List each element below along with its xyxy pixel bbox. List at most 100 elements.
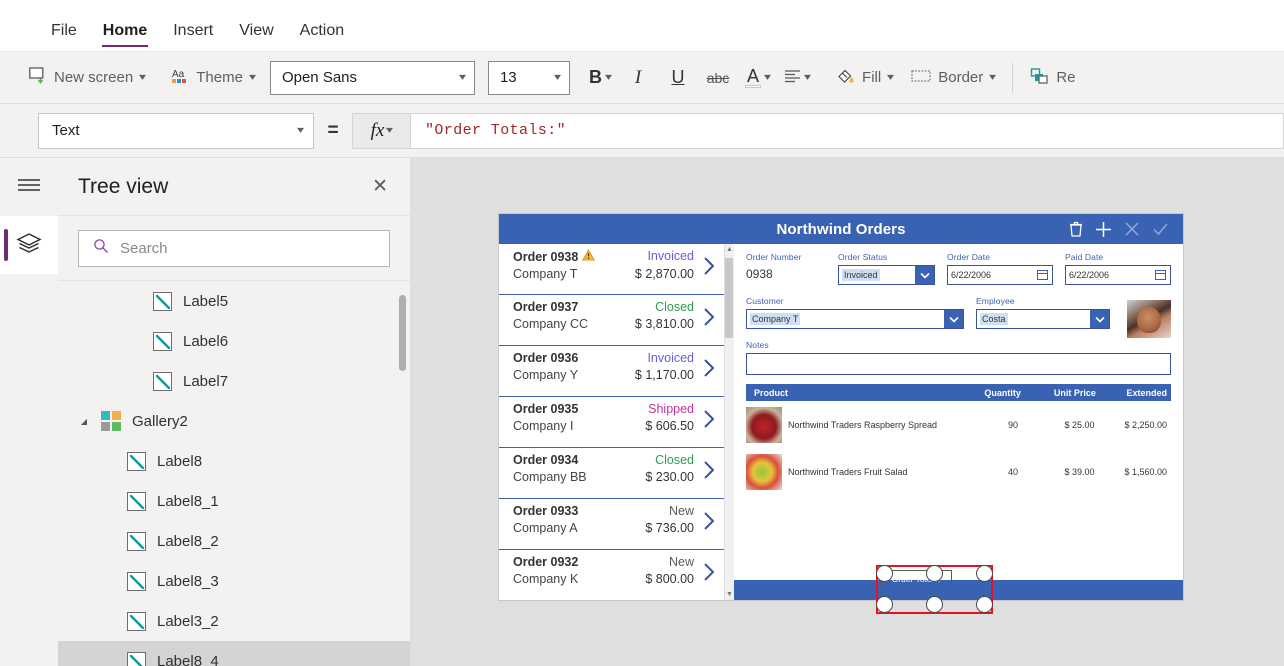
text-align-button[interactable]: ▾ (777, 61, 817, 95)
expand-triangle-icon[interactable]: ◢ (78, 417, 90, 426)
tree-scrollbar-thumb[interactable] (399, 295, 406, 371)
resize-handle-top-right[interactable] (976, 565, 993, 582)
gallery-row[interactable]: Order 0935 Shipped Company I $ 606.50 (499, 397, 724, 448)
app-canvas[interactable]: Northwind Orders Order 0938 Invoiced Com… (411, 158, 1284, 666)
confirm-icon[interactable] (1152, 221, 1169, 237)
resize-handle-top-left[interactable] (876, 565, 893, 582)
gallery-row[interactable]: Order 0936 Invoiced Company Y $ 1,170.00 (499, 346, 724, 397)
tree-item-label6[interactable]: Label6 (58, 321, 410, 361)
app-header: Northwind Orders (499, 214, 1183, 244)
property-select[interactable]: Text ▾ (38, 112, 314, 149)
order-id: Order 0938 (513, 249, 596, 264)
chevron-right-icon[interactable] (703, 307, 715, 327)
company-name: Company CC (513, 317, 589, 331)
tree-item-label8_4[interactable]: Label8_4 (58, 641, 410, 666)
customer-dropdown[interactable]: Company T (746, 309, 964, 329)
orders-gallery[interactable]: Order 0938 Invoiced Company T $ 2,870.00 Ord… (499, 244, 734, 600)
cancel-icon[interactable] (1124, 221, 1140, 237)
tree-item-gallery2[interactable]: ◢ Gallery2 (58, 401, 410, 441)
font-family-value: Open Sans (281, 69, 358, 86)
italic-label: I (634, 66, 642, 88)
calendar-icon[interactable] (1153, 268, 1168, 282)
gallery-row[interactable]: Order 0932 New Company K $ 800.00 (499, 550, 724, 600)
font-color-button[interactable]: A ▾ (738, 61, 777, 95)
tree-item-label5[interactable]: Label5 (58, 281, 410, 321)
gallery-scrollbar[interactable]: ▲ ▼ (724, 244, 734, 600)
gallery-scrollbar-thumb[interactable] (725, 258, 733, 338)
delete-icon[interactable] (1069, 221, 1083, 237)
fill-button[interactable]: Fill ▾ (827, 62, 902, 94)
gallery-row[interactable]: Order 0937 Closed Company CC $ 3,810.00 (499, 295, 724, 346)
active-indicator (4, 229, 8, 261)
employee-dropdown[interactable]: Costa (976, 309, 1110, 329)
company-name: Company A (513, 521, 578, 535)
order-date-input[interactable]: 6/22/2006 (947, 265, 1053, 285)
resize-handle-top-center[interactable] (926, 565, 943, 582)
tree-item-label3_2[interactable]: Label3_2 (58, 601, 410, 641)
add-icon[interactable] (1095, 221, 1112, 238)
underline-button[interactable]: U (658, 61, 698, 95)
menu-item-insert[interactable]: Insert (160, 22, 226, 51)
order-amount: $ 2,870.00 (634, 267, 694, 281)
resize-handle-bottom-center[interactable] (926, 596, 943, 613)
product-row[interactable]: Northwind Traders Raspberry Spread 90 $ 25… (746, 401, 1171, 448)
gallery-row[interactable]: Order 0934 Closed Company BB $ 230.00 (499, 448, 724, 499)
app-footer-bar (734, 580, 1183, 600)
paid-date-input[interactable]: 6/22/2006 (1065, 265, 1171, 285)
theme-button[interactable]: Aa Theme ▾ (162, 62, 264, 93)
chevron-right-icon[interactable] (703, 409, 715, 429)
tree-item-label7[interactable]: Label7 (58, 361, 410, 401)
tree-item-label8_3[interactable]: Label8_3 (58, 561, 410, 601)
column-unit-price: Unit Price (1053, 387, 1096, 398)
search-input[interactable]: Search (78, 230, 390, 267)
tree-view-rail-button[interactable] (0, 216, 58, 274)
product-row[interactable]: Northwind Traders Fruit Salad 40 $ 39.00 $ … (746, 448, 1171, 495)
close-icon[interactable]: ✕ (372, 177, 388, 196)
notes-input[interactable] (746, 353, 1171, 375)
product-extended: $ 1,560.00 (1124, 466, 1167, 477)
search-icon (93, 238, 109, 259)
tree-item-label8_1[interactable]: Label8_1 (58, 481, 410, 521)
chevron-right-icon[interactable] (703, 511, 715, 531)
new-screen-icon (29, 67, 47, 88)
menu-item-file[interactable]: File (38, 22, 90, 51)
italic-button[interactable]: I (618, 61, 658, 95)
menu-item-view[interactable]: View (226, 22, 286, 51)
chevron-down-icon[interactable] (915, 266, 934, 284)
border-button[interactable]: Border ▾ (902, 63, 1004, 93)
menu-toggle-button[interactable] (0, 158, 58, 216)
reorder-button[interactable]: Re (1021, 62, 1084, 94)
resize-handle-bottom-left[interactable] (876, 596, 893, 613)
chevron-down-icon: ▾ (458, 72, 466, 83)
fx-button[interactable]: fx ▾ (352, 112, 410, 149)
chevron-down-icon[interactable] (1090, 310, 1109, 328)
scroll-up-icon[interactable]: ▲ (726, 246, 733, 253)
chevron-right-icon[interactable] (703, 358, 715, 378)
tree-view-title: Tree view (78, 174, 169, 198)
chevron-right-icon[interactable] (703, 256, 715, 276)
menu-item-home[interactable]: Home (90, 22, 160, 51)
tree-item-label: Label7 (183, 372, 229, 390)
gallery-row[interactable]: Order 0933 New Company A $ 736.00 (499, 499, 724, 550)
calendar-icon[interactable] (1035, 268, 1050, 282)
strikethrough-button[interactable]: abc (698, 61, 738, 95)
bold-button[interactable]: B ▾ (582, 61, 618, 95)
font-size-select[interactable]: 13 ▾ (487, 60, 570, 95)
new-screen-button[interactable]: New screen ▾ (20, 62, 154, 93)
column-quantity: Quantity (984, 387, 1021, 398)
scroll-down-icon[interactable]: ▼ (726, 591, 733, 598)
gallery-row[interactable]: Order 0938 Invoiced Company T $ 2,870.00 (499, 244, 724, 295)
menu-item-action[interactable]: Action (287, 22, 357, 51)
app-preview: Northwind Orders Order 0938 Invoiced Com… (499, 214, 1183, 614)
tree-item-label8_2[interactable]: Label8_2 (58, 521, 410, 561)
chevron-right-icon[interactable] (703, 562, 715, 582)
resize-handle-bottom-right[interactable] (976, 596, 993, 613)
order-status-dropdown[interactable]: Invoiced (838, 265, 935, 285)
products-table-header: Product Quantity Unit Price Extended (746, 384, 1171, 401)
tree-item-label8[interactable]: Label8 (58, 441, 410, 481)
font-family-select[interactable]: Open Sans ▾ (269, 60, 475, 95)
chevron-down-icon: ▾ (604, 72, 612, 83)
formula-input[interactable]: "Order Totals:" (410, 112, 1284, 149)
chevron-down-icon[interactable] (944, 310, 963, 328)
chevron-right-icon[interactable] (703, 460, 715, 480)
